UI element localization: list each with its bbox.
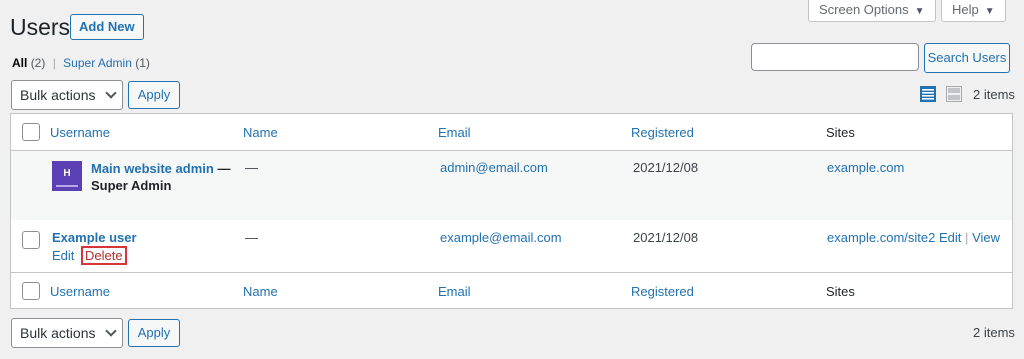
edit-user-link[interactable]: Edit: [52, 248, 74, 263]
bulk-actions-select[interactable]: Bulk actions: [11, 80, 123, 110]
caret-down-icon: ▼: [914, 6, 925, 17]
users-table: Username Name Email Registered Sites H M…: [10, 113, 1013, 309]
filter-separator: |: [52, 56, 56, 70]
chevron-down-icon: [105, 325, 117, 337]
search-input[interactable]: [751, 43, 919, 71]
username-dash: —: [217, 161, 231, 176]
table-row: Example user Edit Delete — example@email…: [11, 220, 1012, 272]
avatar: H: [52, 161, 82, 191]
bulk-actions-value: Bulk actions: [20, 87, 96, 103]
page-title: Users: [10, 14, 71, 40]
column-email[interactable]: Email: [438, 284, 471, 299]
help-button[interactable]: Help ▼: [941, 0, 1006, 22]
column-name[interactable]: Name: [243, 125, 278, 140]
user-role-filters: All (2) | Super Admin (1): [12, 56, 150, 70]
list-view-icon[interactable]: [920, 86, 936, 102]
filter-super-admin[interactable]: Super Admin: [63, 56, 132, 70]
registered-cell: 2021/12/08: [633, 160, 699, 175]
filter-all-count: (2): [30, 56, 46, 70]
delete-user-link[interactable]: Delete: [81, 246, 127, 265]
apply-button[interactable]: Apply: [128, 319, 180, 347]
email-link[interactable]: admin@email.com: [440, 160, 548, 175]
user-cell: Main website admin — Super Admin: [91, 160, 241, 194]
name-cell: —: [245, 230, 258, 245]
screen-options-label: Screen Options: [819, 2, 909, 17]
search-users-button[interactable]: Search Users: [924, 43, 1010, 73]
row-actions: Edit Delete: [52, 246, 127, 265]
filter-all[interactable]: All: [12, 56, 27, 70]
items-count: 2 items: [973, 87, 1015, 102]
table-footer: Username Name Email Registered Sites: [11, 272, 1012, 309]
items-count: 2 items: [973, 325, 1015, 340]
column-sites: Sites: [826, 125, 855, 140]
chevron-down-icon: [105, 87, 117, 99]
add-new-button[interactable]: Add New: [70, 14, 144, 40]
apply-button[interactable]: Apply: [128, 81, 180, 109]
help-label: Help: [952, 2, 979, 17]
site-link[interactable]: example.com: [827, 160, 904, 175]
filter-super-admin-count: (1): [135, 56, 150, 70]
column-sites: Sites: [826, 284, 855, 299]
name-cell: —: [245, 160, 258, 175]
site-actions-separator: |: [965, 230, 969, 245]
username-link[interactable]: Main website admin: [91, 161, 214, 176]
site-view-link[interactable]: View: [972, 230, 1000, 245]
bulk-actions-value: Bulk actions: [20, 325, 96, 341]
user-role: Super Admin: [91, 178, 172, 193]
excerpt-view-icon[interactable]: [946, 86, 962, 102]
email-link[interactable]: example@email.com: [440, 230, 562, 245]
screen-options-button[interactable]: Screen Options ▼: [808, 0, 936, 22]
row-checkbox[interactable]: [22, 231, 40, 249]
username-link[interactable]: Example user: [52, 230, 137, 245]
sites-cell: example.com/site2 Edit | View: [827, 230, 1000, 245]
select-all-checkbox[interactable]: [22, 282, 40, 300]
bulk-actions-select[interactable]: Bulk actions: [11, 318, 123, 348]
site-link[interactable]: example.com/site2: [827, 230, 935, 245]
registered-cell: 2021/12/08: [633, 230, 699, 245]
column-username[interactable]: Username: [50, 125, 110, 140]
column-name[interactable]: Name: [243, 284, 278, 299]
column-username[interactable]: Username: [50, 284, 110, 299]
caret-down-icon: ▼: [984, 6, 995, 17]
site-edit-link[interactable]: Edit: [939, 230, 961, 245]
table-header: Username Name Email Registered Sites: [11, 114, 1012, 151]
select-all-checkbox[interactable]: [22, 123, 40, 141]
table-row: H Main website admin — Super Admin — adm…: [11, 151, 1012, 220]
column-registered[interactable]: Registered: [631, 125, 694, 140]
column-registered[interactable]: Registered: [631, 284, 694, 299]
column-email[interactable]: Email: [438, 125, 471, 140]
